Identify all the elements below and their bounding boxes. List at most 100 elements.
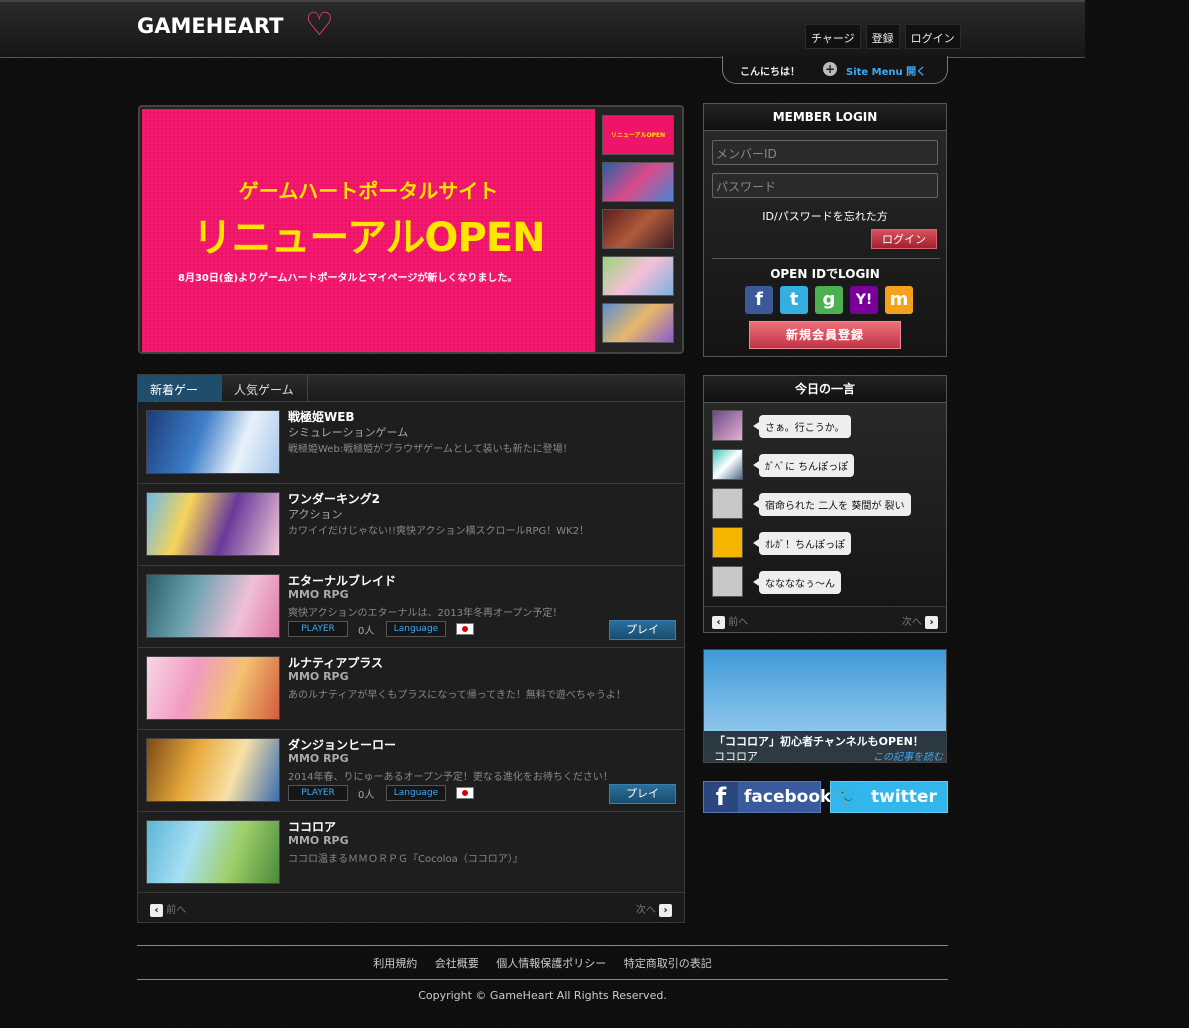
message-text: ｶﾞﾍﾞに ちんぽっぽ xyxy=(752,454,855,477)
game-thumbnail[interactable] xyxy=(146,574,280,638)
member-login-panel: MEMBER LOGIN メンバーID パスワード ID/パスワードを忘れた方 … xyxy=(703,103,947,357)
login-button[interactable]: ログイン xyxy=(871,229,937,249)
game-thumbnail[interactable] xyxy=(146,820,280,884)
today-pager: ‹ 前へ 次へ › xyxy=(704,606,946,632)
today-title: 今日の一言 xyxy=(704,376,946,403)
ad-game-name: ココロア xyxy=(714,750,758,763)
banner-thumb-renewal[interactable]: リニューアルOPEN xyxy=(602,115,674,155)
list-item[interactable]: ルナティアプラス MMO RPG あのルナティアが早くもプラスになって帰ってきた… xyxy=(138,648,684,730)
game-title[interactable]: エターナルブレイド xyxy=(288,572,396,589)
divider xyxy=(712,258,940,259)
prev-page-button[interactable]: ‹ 前へ xyxy=(150,901,186,917)
main-banner[interactable]: ゲームハートポータルサイト リニューアルOPEN 8月30日(金)よりゲームハー… xyxy=(138,105,684,354)
game-title[interactable]: ダンジョンヒーロー xyxy=(288,736,396,753)
player-label: PLAYER xyxy=(288,621,348,637)
cocoloa-ad[interactable]: 「ココロア」初心者チャンネルもOPEN！ ココロア この記事を読む xyxy=(703,649,947,763)
mixi-icon[interactable]: m xyxy=(885,286,913,314)
logo-text: GAMEHEART xyxy=(137,14,284,38)
message-text: 宿命られた 二人を 葵間が 裂い xyxy=(753,493,911,516)
banner-slide[interactable]: ゲームハートポータルサイト リニューアルOPEN 8月30日(金)よりゲームハー… xyxy=(142,109,595,352)
game-description: ココロ温まるＭＭＯＲＰＧ『Cocoloa（ココロア）』 xyxy=(288,854,523,865)
game-thumbnail[interactable] xyxy=(146,492,280,556)
banner-thumb-2[interactable] xyxy=(602,162,674,202)
company-link[interactable]: 会社概要 xyxy=(435,957,479,970)
game-title[interactable]: 戦極姫WEB xyxy=(288,408,355,425)
avatar[interactable] xyxy=(712,488,743,519)
yahoo-icon[interactable]: Y! xyxy=(850,286,878,314)
chat-message: ななななぅ～ん xyxy=(712,566,942,598)
game-thumbnail[interactable] xyxy=(146,410,280,474)
play-button[interactable]: プレイ xyxy=(609,784,676,804)
facebook-button[interactable]: f facebook xyxy=(703,781,831,813)
avatar[interactable] xyxy=(712,449,743,480)
password-field[interactable]: パスワード xyxy=(712,173,938,198)
twitter-bird-icon: 🐦 xyxy=(836,786,860,807)
google-icon[interactable]: g xyxy=(815,286,843,314)
list-item[interactable]: ワンダーキング2 アクション カワイイだけじゃない!!爽快アクション横スクロール… xyxy=(138,484,684,566)
play-button[interactable]: プレイ xyxy=(609,620,676,640)
site-menu-toggle[interactable]: Site Menu 開く xyxy=(846,63,926,78)
facebook-icon[interactable]: f xyxy=(745,286,773,314)
game-title[interactable]: ワンダーキング2 xyxy=(288,490,380,507)
charge-link[interactable]: チャージ xyxy=(805,24,861,49)
chevron-right-icon: › xyxy=(925,615,938,629)
game-tabs: 新着ゲーム 人気ゲーム xyxy=(138,375,684,414)
avatar[interactable] xyxy=(712,527,743,558)
login-title: MEMBER LOGIN xyxy=(704,104,946,131)
game-thumbnail[interactable] xyxy=(146,656,280,720)
next-page-button[interactable]: 次へ › xyxy=(902,613,938,629)
banner-thumbnails: リニューアルOPEN xyxy=(602,115,674,350)
openid-icons: f t g Y! m xyxy=(745,286,913,314)
chat-message: さぁ。行こうか。 xyxy=(712,410,942,442)
game-thumbnail[interactable] xyxy=(146,738,280,802)
game-description: 2014年春、りにゅーあるオープン予定！更なる進化をお待ちください！ xyxy=(288,772,613,783)
list-item[interactable]: 戦極姫WEB シミュレーションゲーム 戦極姫Web:戦極姫がブラウザゲームとして… xyxy=(138,402,684,484)
greeting-text: こんにちは！ xyxy=(740,67,800,78)
privacy-link[interactable]: 個人情報保護ポリシー xyxy=(496,957,606,970)
banner-thumb-3[interactable] xyxy=(602,209,674,249)
avatar[interactable] xyxy=(712,566,743,597)
game-description: あのルナティアが早くもプラスになって帰ってきた！無料で遊べちゃうよ！ xyxy=(288,690,626,701)
terms-link[interactable]: 利用規約 xyxy=(373,957,417,970)
ad-title: 「ココロア」初心者チャンネルもOPEN！ xyxy=(714,735,924,748)
game-genre: MMO RPG xyxy=(288,834,349,847)
twitter-button[interactable]: 🐦 twitter xyxy=(830,781,948,813)
chevron-left-icon: ‹ xyxy=(712,615,725,629)
next-page-button[interactable]: 次へ › xyxy=(636,901,672,917)
game-genre: MMO RPG xyxy=(288,670,349,683)
register-link[interactable]: 登録 xyxy=(865,24,900,49)
login-link[interactable]: ログイン xyxy=(904,24,961,49)
prev-page-button[interactable]: ‹ 前へ xyxy=(712,613,748,629)
tab-new-games[interactable]: 新着ゲーム xyxy=(138,375,222,414)
message-text: ｵﾚｶﾞ！ちんぽっぽ xyxy=(753,532,851,555)
chat-message: ｵﾚｶﾞ！ちんぽっぽ xyxy=(712,527,942,559)
twitter-icon[interactable]: t xyxy=(780,286,808,314)
chevron-right-icon: › xyxy=(659,903,672,917)
game-list-pager: ‹ 前へ 次へ › xyxy=(138,892,684,922)
gameheart-logo[interactable]: GAMEHEART ♡ xyxy=(137,5,334,43)
chat-message: 宿命られた 二人を 葵間が 裂い xyxy=(712,488,942,520)
banner-description: 8月30日(金)よりゲームハートポータルとマイページが新しくなりました。 xyxy=(178,273,518,284)
player-count: 0人 xyxy=(358,789,375,801)
list-item[interactable]: エターナルブレイド MMO RPG 爽快アクションのエターナルは、2013年冬再… xyxy=(138,566,684,648)
japan-flag-icon xyxy=(456,623,474,635)
plus-icon[interactable]: + xyxy=(823,62,837,76)
member-id-field[interactable]: メンバーID xyxy=(712,140,938,165)
player-count: 0人 xyxy=(358,625,375,637)
banner-headline: リニューアルOPEN xyxy=(192,215,545,261)
game-title[interactable]: ルナティアプラス xyxy=(288,654,383,671)
banner-thumb-5[interactable] xyxy=(602,303,674,343)
forgot-password-link[interactable]: ID/パスワードを忘れた方 xyxy=(704,208,946,224)
read-more-link[interactable]: この記事を読む xyxy=(873,748,943,762)
register-button[interactable]: 新規会員登録 xyxy=(749,321,901,349)
game-genre: MMO RPG xyxy=(288,752,349,765)
heart-icon: ♡ xyxy=(305,5,334,43)
game-title[interactable]: ココロア xyxy=(288,818,336,835)
avatar[interactable] xyxy=(712,410,743,441)
commerce-law-link[interactable]: 特定商取引の表記 xyxy=(624,957,712,970)
facebook-icon: f xyxy=(704,782,738,812)
list-item[interactable]: ココロア MMO RPG ココロ温まるＭＭＯＲＰＧ『Cocoloa（ココロア）』 xyxy=(138,812,684,894)
list-item[interactable]: ダンジョンヒーロー MMO RPG 2014年春、りにゅーあるオープン予定！更な… xyxy=(138,730,684,812)
banner-thumb-4[interactable] xyxy=(602,256,674,296)
tab-popular-games[interactable]: 人気ゲーム xyxy=(222,375,308,402)
